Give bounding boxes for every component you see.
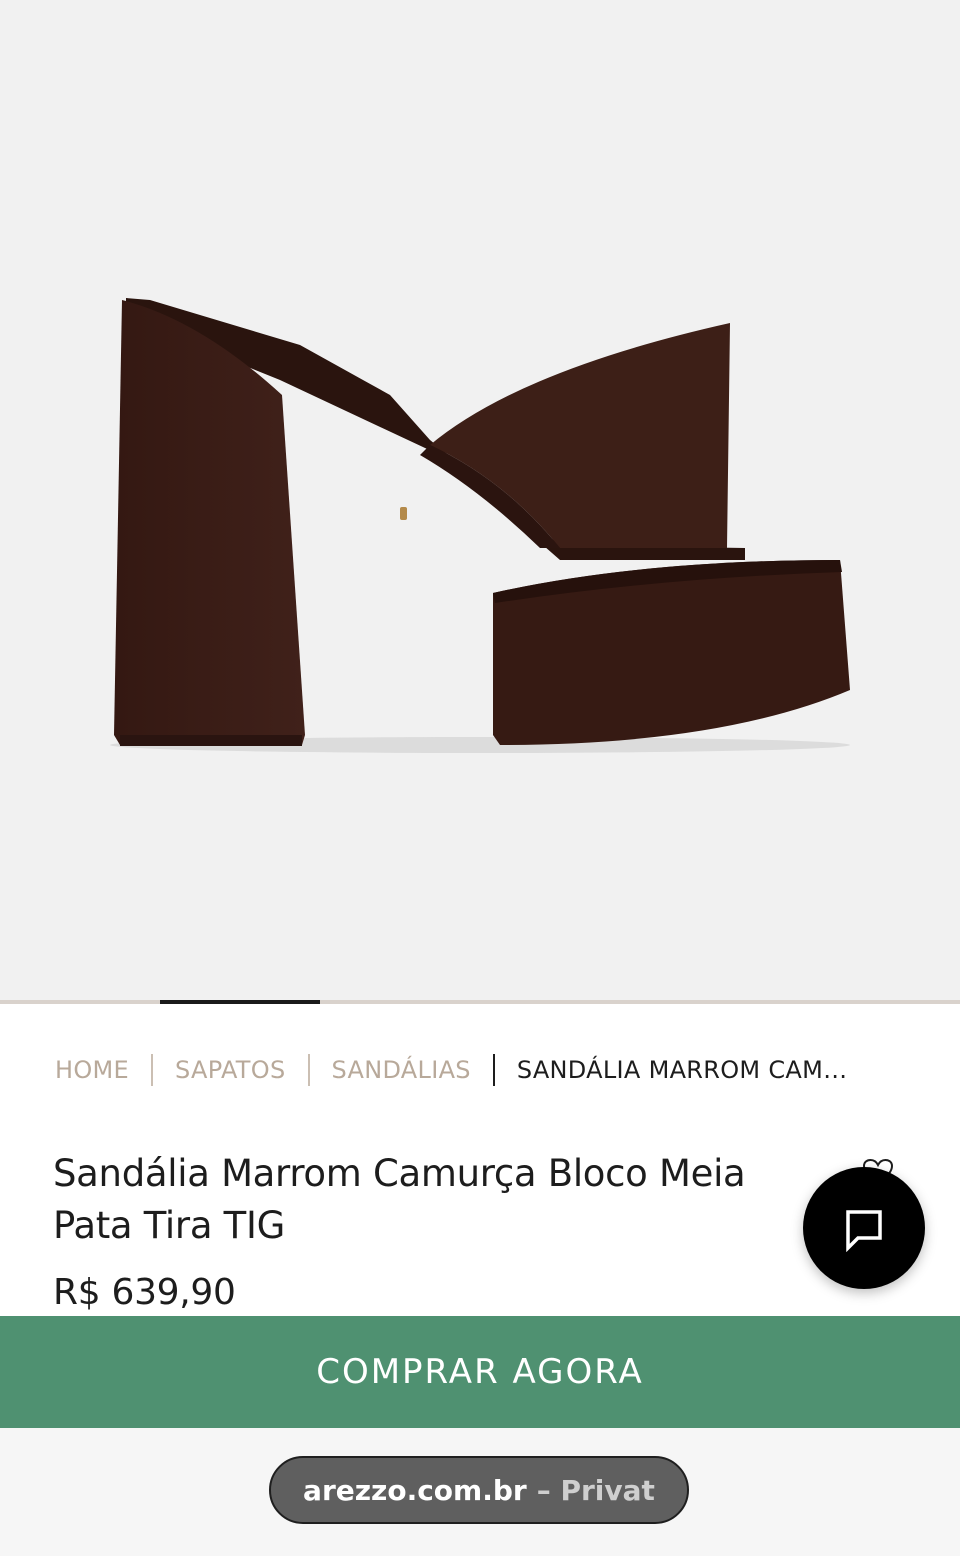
breadcrumb-sapatos[interactable]: SAPATOS [175, 1056, 285, 1084]
breadcrumb: HOME SAPATOS SANDÁLIAS SANDÁLIA MARROM C… [55, 1050, 935, 1090]
product-image-gallery[interactable] [0, 0, 960, 1000]
chat-button[interactable] [803, 1167, 925, 1289]
product-image [110, 298, 850, 753]
gallery-progress-indicator [160, 1000, 320, 1004]
breadcrumb-separator [307, 1054, 310, 1086]
gallery-progress [0, 1000, 960, 1004]
product-title: Sandália Marrom Camurça Bloco Meia Pata … [53, 1152, 746, 1247]
browser-toolbar: arezzo.com.br – Privat [0, 1428, 960, 1556]
breadcrumb-sandalias[interactable]: SANDÁLIAS [332, 1056, 471, 1084]
breadcrumb-separator [151, 1054, 154, 1086]
breadcrumb-separator [492, 1054, 495, 1086]
breadcrumb-current: SANDÁLIA MARROM CAM… [516, 1056, 848, 1084]
address-domain: arezzo.com.br [303, 1473, 527, 1507]
product-price: R$ 639,90 [53, 1272, 236, 1313]
private-mode-label: – Privat [536, 1473, 655, 1507]
breadcrumb-home[interactable]: HOME [55, 1056, 129, 1084]
chat-bubble-icon [846, 1210, 882, 1252]
buy-now-button[interactable]: COMPRAR AGORA [0, 1316, 960, 1428]
address-bar[interactable]: arezzo.com.br – Privat [269, 1456, 689, 1524]
